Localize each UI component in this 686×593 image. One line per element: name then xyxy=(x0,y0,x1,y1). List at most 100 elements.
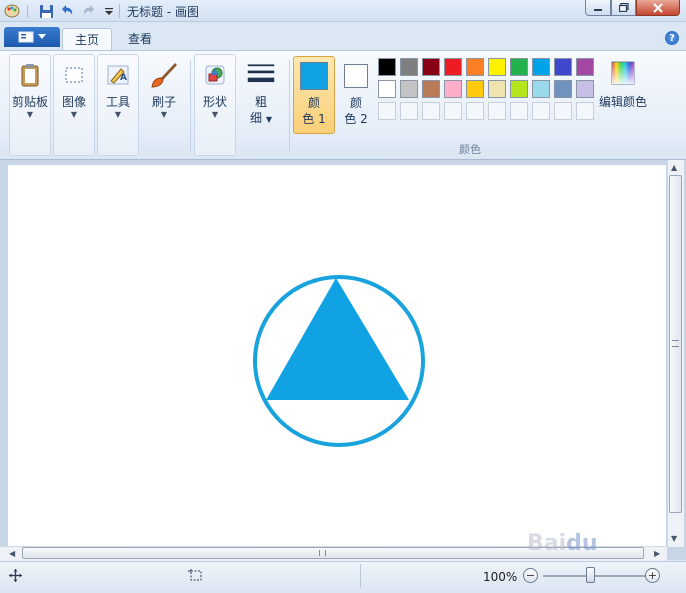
palette-custom-slot[interactable] xyxy=(532,102,550,120)
palette-swatch[interactable] xyxy=(466,58,484,76)
quick-access-separator xyxy=(27,5,28,18)
size-button[interactable]: 粗 细 ▼ xyxy=(240,58,282,128)
close-button[interactable] xyxy=(636,0,680,16)
maximize-button[interactable] xyxy=(611,0,636,16)
selection-size-icon xyxy=(188,569,203,585)
palette-swatch[interactable] xyxy=(422,58,440,76)
zoom-out-button[interactable]: − xyxy=(523,568,538,583)
status-separator xyxy=(360,564,361,588)
zoom-slider-thumb[interactable] xyxy=(586,567,595,583)
palette-swatch[interactable] xyxy=(400,80,418,98)
minimize-button[interactable] xyxy=(585,0,611,16)
redo-icon[interactable] xyxy=(81,3,97,19)
palette-swatch[interactable] xyxy=(554,58,572,76)
palette-custom-slot[interactable] xyxy=(378,102,396,120)
edit-colors-button[interactable]: 编辑颜色 xyxy=(598,58,648,110)
scroll-right-icon[interactable]: ▶ xyxy=(654,549,660,558)
palette-swatch[interactable] xyxy=(510,58,528,76)
palette-swatch[interactable] xyxy=(422,80,440,98)
brush-icon xyxy=(149,60,179,90)
tab-view[interactable]: 查看 xyxy=(116,28,164,50)
ribbon-separator xyxy=(190,60,191,152)
zoom-level: 100% xyxy=(483,570,518,584)
palette-swatch[interactable] xyxy=(532,58,550,76)
chevron-down-icon xyxy=(38,34,46,39)
palette-custom-slot[interactable] xyxy=(510,102,528,120)
palette-swatch[interactable] xyxy=(444,80,462,98)
palette-custom-slot[interactable] xyxy=(466,102,484,120)
palette-swatch[interactable] xyxy=(378,80,396,98)
title-separator xyxy=(119,4,120,18)
palette-swatch[interactable] xyxy=(554,80,572,98)
save-icon[interactable] xyxy=(38,3,54,19)
palette-custom-slot[interactable] xyxy=(488,102,506,120)
shapes-icon xyxy=(200,60,230,90)
palette-swatch[interactable] xyxy=(510,80,528,98)
window-title: 无标题 - 画图 xyxy=(127,5,199,19)
palette-swatch[interactable] xyxy=(400,58,418,76)
status-bar xyxy=(0,561,686,593)
drawing-canvas[interactable] xyxy=(8,165,666,546)
clipboard-dropdown-icon: ▼ xyxy=(26,110,34,119)
scroll-grip-icon xyxy=(672,340,679,347)
pencil-text-icon: A xyxy=(103,60,133,90)
customize-quick-access-chevron-icon[interactable] xyxy=(101,3,117,19)
color-2-label-line2: 色 2 xyxy=(344,112,368,126)
brushes-button[interactable]: 刷子 ▼ xyxy=(143,60,185,120)
clipboard-button[interactable]: 剪贴板 ▼ xyxy=(9,60,51,120)
palette-swatch[interactable] xyxy=(532,80,550,98)
svg-text:A: A xyxy=(120,73,127,83)
palette-custom-slot[interactable] xyxy=(576,102,594,120)
size-label-line2: 细 ▼ xyxy=(250,111,272,125)
paint-app-icon[interactable] xyxy=(4,3,20,19)
scroll-left-icon[interactable]: ◀ xyxy=(9,549,15,558)
palette-custom-slot[interactable] xyxy=(444,102,462,120)
help-icon[interactable]: ? xyxy=(665,31,679,45)
paint-menu-icon xyxy=(18,31,34,43)
palette-swatch[interactable] xyxy=(576,80,594,98)
palette-swatch[interactable] xyxy=(444,58,462,76)
palette-custom-slot[interactable] xyxy=(422,102,440,120)
cursor-position-icon xyxy=(9,569,22,585)
shapes-label: 形状 xyxy=(202,95,227,109)
horizontal-scroll-thumb[interactable] xyxy=(22,547,644,559)
paint-menu-button[interactable] xyxy=(4,27,60,47)
drawing-svg xyxy=(253,275,425,447)
size-label-line1: 粗 xyxy=(254,95,267,109)
zoom-in-button[interactable]: + xyxy=(645,568,660,583)
ribbon-separator-2 xyxy=(289,60,290,152)
shapes-dropdown-icon: ▼ xyxy=(211,110,219,119)
line-size-icon xyxy=(246,58,276,92)
color-2-swatch[interactable] xyxy=(344,64,368,88)
brushes-label: 刷子 xyxy=(151,95,176,109)
palette-swatch[interactable] xyxy=(576,58,594,76)
tools-dropdown-icon: ▼ xyxy=(114,110,122,119)
brushes-dropdown-icon: ▼ xyxy=(160,110,168,119)
tab-home[interactable]: 主页 xyxy=(62,28,112,50)
palette-swatch[interactable] xyxy=(488,80,506,98)
image-button[interactable]: 图像 ▼ xyxy=(53,60,95,120)
palette-custom-slot[interactable] xyxy=(400,102,418,120)
color-2-label-line1: 颜 xyxy=(349,96,362,110)
color-1-label-line2: 色 1 xyxy=(302,112,326,126)
palette-swatch[interactable] xyxy=(466,80,484,98)
palette-swatch[interactable] xyxy=(488,58,506,76)
image-dropdown-icon: ▼ xyxy=(70,110,78,119)
scroll-up-icon[interactable]: ▲ xyxy=(671,163,677,172)
color-1-swatch xyxy=(300,62,328,90)
shapes-button[interactable]: 形状 ▼ xyxy=(194,60,236,120)
rainbow-palette-icon xyxy=(608,58,638,88)
hscroll-grip-icon xyxy=(319,550,326,556)
tools-button[interactable]: A 工具 ▼ xyxy=(97,60,139,120)
palette-swatch[interactable] xyxy=(378,58,396,76)
image-label: 图像 xyxy=(61,95,86,109)
select-rectangle-icon xyxy=(59,60,89,90)
tools-label: 工具 xyxy=(105,95,130,109)
palette-custom-slot[interactable] xyxy=(554,102,572,120)
color-1-label-line1: 颜 xyxy=(307,96,320,110)
clipboard-icon xyxy=(15,60,45,90)
undo-icon[interactable] xyxy=(59,3,75,19)
clipboard-label: 剪贴板 xyxy=(11,95,48,109)
colors-group-label: 颜色 xyxy=(459,143,481,156)
scroll-down-icon[interactable]: ▼ xyxy=(671,534,677,543)
